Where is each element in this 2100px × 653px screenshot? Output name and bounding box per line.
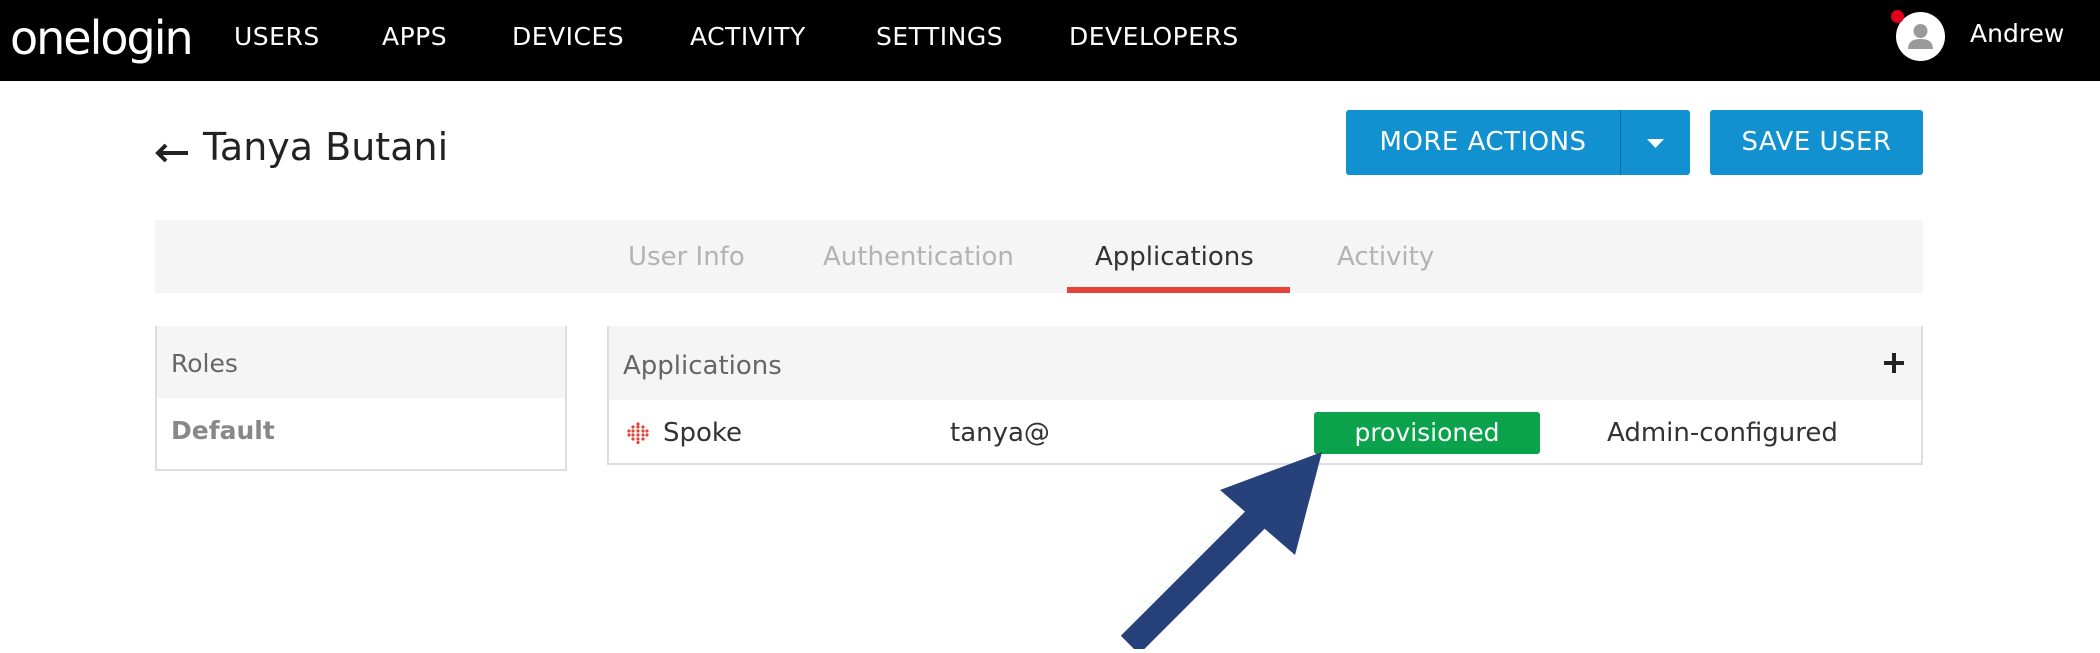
page-title: Tanya Butani <box>203 125 449 169</box>
roles-header: Roles <box>157 326 565 398</box>
top-navigation-bar: onelogin USERS APPS DEVICES ACTIVITY SET… <box>0 0 2100 81</box>
status-badge: provisioned <box>1314 412 1540 454</box>
nav-users[interactable]: USERS <box>234 20 320 54</box>
tab-authentication[interactable]: Authentication <box>823 240 1014 274</box>
arrow-left-icon[interactable] <box>152 132 192 172</box>
app-login: tanya@ <box>950 418 1050 448</box>
roles-panel: Roles Default <box>155 326 567 471</box>
tab-activity[interactable]: Activity <box>1337 240 1434 274</box>
nav-settings[interactable]: SETTINGS <box>876 20 1003 54</box>
notification-dot-icon <box>1891 10 1904 23</box>
save-user-button[interactable]: SAVE USER <box>1710 110 1923 175</box>
applications-header: Applications <box>609 326 1921 400</box>
nav-devices[interactable]: DEVICES <box>512 20 624 54</box>
chevron-down-icon[interactable] <box>1621 110 1690 175</box>
app-provisioning-type: Admin-configured <box>1607 418 1838 448</box>
more-actions-button[interactable]: MORE ACTIONS <box>1346 110 1690 175</box>
tab-applications[interactable]: Applications <box>1095 240 1254 274</box>
tab-user-info[interactable]: User Info <box>628 240 745 274</box>
tab-bar: User Info Authentication Applications Ac… <box>155 220 1923 293</box>
nav-activity[interactable]: ACTIVITY <box>690 20 806 54</box>
nav-developers[interactable]: DEVELOPERS <box>1069 20 1239 54</box>
active-tab-indicator <box>1067 287 1290 293</box>
annotation-arrow-icon <box>1100 440 1340 653</box>
role-item-default[interactable]: Default <box>171 414 275 448</box>
more-actions-label[interactable]: MORE ACTIONS <box>1346 110 1620 175</box>
user-name[interactable]: Andrew <box>1970 17 2064 51</box>
spoke-app-icon <box>627 422 649 445</box>
roles-header-label: Roles <box>171 349 238 378</box>
onelogin-logo[interactable]: onelogin <box>10 8 194 68</box>
app-name-spoke[interactable]: Spoke <box>663 416 742 450</box>
plus-icon[interactable] <box>1879 348 1909 378</box>
nav-apps[interactable]: APPS <box>382 20 447 54</box>
applications-header-label: Applications <box>623 351 782 381</box>
